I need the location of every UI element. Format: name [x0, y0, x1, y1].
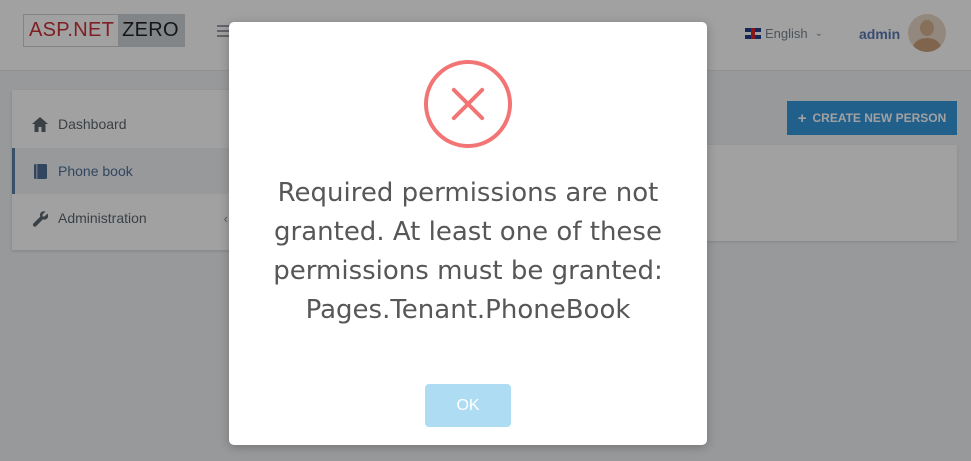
error-x-icon	[424, 60, 512, 148]
dialog-message: Required permissions are not granted. At…	[273, 178, 663, 325]
error-dialog: Required permissions are not granted. At…	[229, 22, 707, 445]
ok-button[interactable]: OK	[425, 384, 511, 427]
